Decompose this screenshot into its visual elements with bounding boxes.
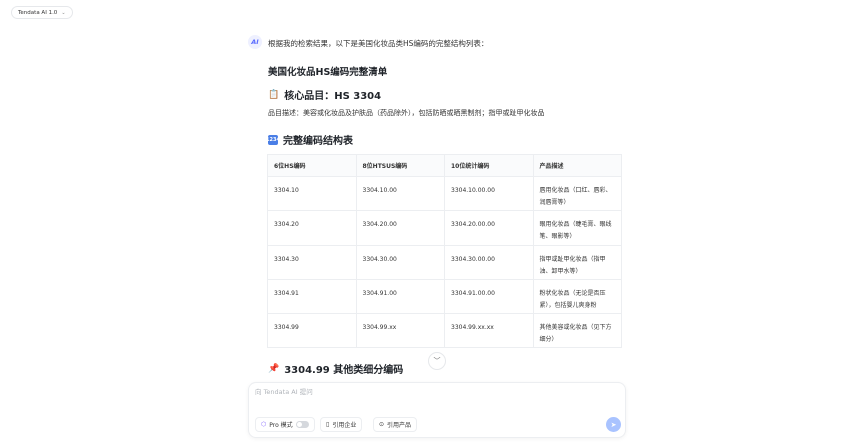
hs-code-table: 6位HS编码 8位HTSUS编码 10位统计编码 产品描述 3304.10 3304.1… (267, 154, 622, 349)
table-cell: 眼用化妆品（睫毛膏、眼线笔、眼影等） (532, 210, 622, 246)
table-row: 3304.30 3304.30.00 3304.30.00.00 指甲或趾甲化妆品（指… (267, 244, 622, 280)
table-row: 3304.20 3304.20.00 3304.20.00.00 眼用化妆品（睫毛膏、… (267, 210, 622, 246)
column-header: 8位HTSUS编码 (355, 154, 445, 177)
pro-icon: ⬡ (261, 421, 267, 428)
column-header: 10位统计编码 (444, 154, 534, 177)
toggle-switch[interactable] (295, 421, 309, 428)
table-cell: 3304.10 (267, 175, 357, 212)
table-cell: 3304.30 (267, 244, 357, 280)
pro-label: Pro 模式 (269, 422, 293, 429)
table-heading: 1234 完整编码结构表 (266, 132, 353, 147)
table-cell: 其他美容或化妆品（见下方细分） (532, 313, 622, 349)
cite-company-button[interactable]: ▯ 引用企业 (320, 417, 363, 432)
table-cell: 3304.91.00.00 (444, 278, 534, 315)
pro-mode-toggle[interactable]: ⬡ Pro 模式 (255, 417, 315, 432)
numbers-icon: 1234 (266, 134, 280, 145)
scroll-down-button[interactable]: ﹀ (428, 352, 446, 370)
core-heading-text: 核心品目：HS 3304 (284, 91, 382, 102)
table-cell: 3304.20.00.00 (444, 210, 534, 246)
send-button[interactable]: ➤ (606, 417, 621, 432)
table-cell: 3304.10.00 (355, 175, 445, 212)
pin-icon: 📌 (268, 363, 280, 374)
question-input[interactable] (255, 388, 615, 396)
building-icon: ▯ (326, 421, 330, 428)
ai-avatar: AI (248, 35, 262, 49)
table-cell: 3304.91 (267, 278, 357, 315)
column-header: 产品描述 (532, 154, 622, 177)
table-cell: 3304.20 (267, 210, 357, 246)
table-cell: 3304.99.xx (355, 313, 445, 349)
chevron-down-icon: ⌄ (61, 9, 66, 16)
cite-product-label: 引用产品 (387, 422, 412, 429)
column-header: 6位HS编码 (267, 154, 357, 177)
model-label: Tendata AI 1.0 (18, 9, 58, 16)
core-heading: 📋 核心品目：HS 3304 (268, 87, 382, 103)
table-cell: 3304.99.xx.xx (444, 313, 534, 349)
clipboard-icon: 📋 (268, 89, 280, 100)
model-selector[interactable]: Tendata AI 1.0 ⌄ (11, 6, 73, 19)
table-cell: 3304.10.00.00 (444, 175, 534, 212)
answer-title: 美国化妆品HS编码完整清单 (268, 67, 388, 78)
table-cell: 3304.30.00 (355, 244, 445, 280)
composer: ⬡Pro 模式 ▯引用企业 ⊙引用产品 ➤ (248, 382, 626, 438)
table-cell: 粉状化妆品（无论是否压紧），包括婴儿爽身粉 (532, 278, 622, 315)
table-cell: 3304.99 (267, 313, 357, 349)
send-icon: ➤ (610, 420, 617, 429)
description-text: 品目描述：美容或化妆品及护肤品（药品除外），包括防晒或晒黑制剂；指甲或趾甲化妆品 (268, 109, 545, 117)
product-icon: ⊙ (379, 421, 385, 428)
table-row: 3304.99 3304.99.xx 3304.99.xx.xx 其他美容或化妆品（见… (267, 313, 622, 349)
cite-company-label: 引用企业 (332, 422, 357, 429)
table-heading-text: 完整编码结构表 (283, 136, 353, 147)
table-cell: 指甲或趾甲化妆品（指甲油、卸甲水等） (532, 244, 622, 280)
intro-text: 根据我的检索结果，以下是美国化妆品类HS编码的完整结构列表： (268, 39, 489, 48)
sub-heading-text: 3304.99 其他类细分编码 (284, 365, 404, 376)
table-cell: 3304.91.00 (355, 278, 445, 315)
sub-heading: 📌 3304.99 其他类细分编码 (268, 361, 404, 377)
table-cell: 3304.30.00.00 (444, 244, 534, 280)
table-row: 3304.91 3304.91.00 3304.91.00.00 粉状化妆品（无论是否… (267, 278, 622, 315)
table-cell: 3304.20.00 (355, 210, 445, 246)
chevron-down-icon: ﹀ (433, 357, 441, 365)
table-row: 3304.10 3304.10.00 3304.10.00.00 唇用化妆品（口红、唇… (267, 175, 622, 212)
table-cell: 唇用化妆品（口红、唇彩、润唇膏等） (532, 175, 622, 212)
cite-product-button[interactable]: ⊙ 引用产品 (373, 417, 418, 432)
